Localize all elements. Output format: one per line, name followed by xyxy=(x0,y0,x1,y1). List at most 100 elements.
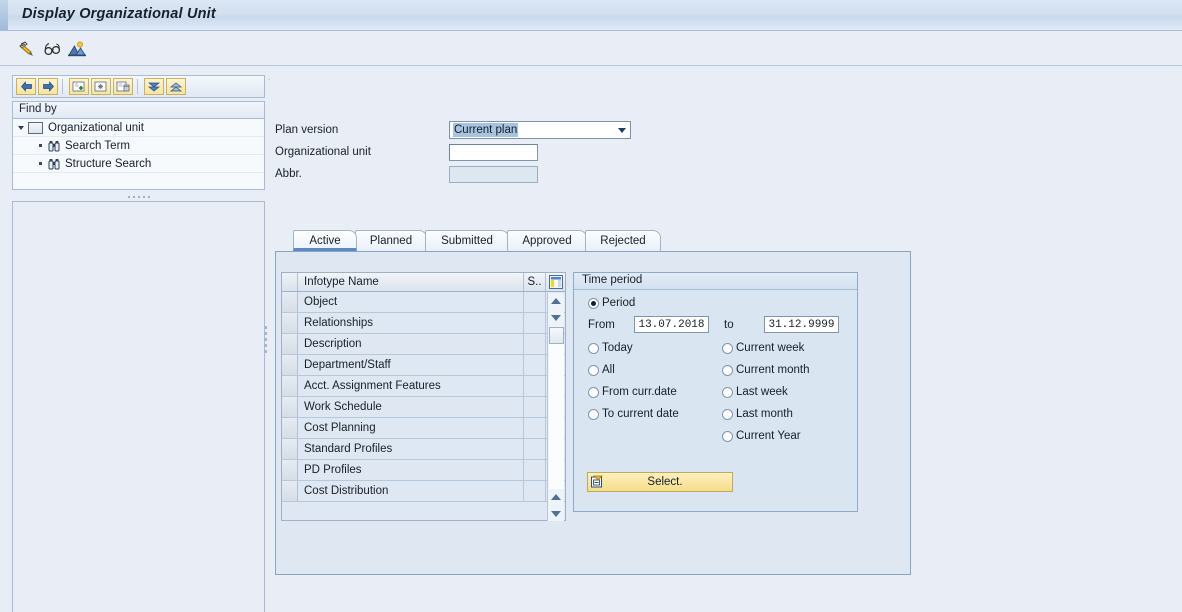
row-select-cell[interactable] xyxy=(282,460,298,480)
cell-s xyxy=(524,439,546,459)
to-label: to xyxy=(724,319,734,331)
radio-period[interactable]: Period xyxy=(588,297,635,309)
radio-icon[interactable] xyxy=(588,343,599,354)
radio-last-week[interactable]: Last week xyxy=(722,386,788,398)
chevron-down-icon[interactable] xyxy=(614,123,629,137)
row-select-cell[interactable] xyxy=(282,334,298,354)
table-settings-icon[interactable] xyxy=(546,273,565,291)
splitter-grip-icon xyxy=(128,196,150,198)
cell-infotype-name: Cost Distribution xyxy=(298,481,524,501)
vertical-splitter[interactable] xyxy=(260,67,270,612)
tab-label: Rejected xyxy=(600,235,645,247)
row-select-cell[interactable] xyxy=(282,313,298,333)
radio-label: Current month xyxy=(736,364,810,376)
scroll-up-button-bottom[interactable] xyxy=(548,489,564,504)
tab-strip: Active Planned Submitted Approved Reject… xyxy=(275,230,1175,251)
table-row[interactable]: Relationships xyxy=(282,313,565,334)
back-arrow-button[interactable] xyxy=(16,78,36,95)
select-all-column-header[interactable] xyxy=(282,273,298,291)
row-select-cell[interactable] xyxy=(282,439,298,459)
row-select-cell[interactable] xyxy=(282,418,298,438)
radio-today[interactable]: Today xyxy=(588,342,633,354)
radio-icon[interactable] xyxy=(722,387,733,398)
radio-all[interactable]: All xyxy=(588,364,615,376)
radio-icon[interactable] xyxy=(588,298,599,309)
radio-current-month[interactable]: Current month xyxy=(722,364,810,376)
radio-label: Last month xyxy=(736,408,793,420)
cell-s xyxy=(524,334,546,354)
radio-icon[interactable] xyxy=(588,409,599,420)
radio-current-year[interactable]: Current Year xyxy=(722,430,801,442)
radio-label: Last week xyxy=(736,386,788,398)
tab-label: Planned xyxy=(370,235,412,247)
scrollbar-track[interactable] xyxy=(549,327,564,489)
from-label: From xyxy=(588,319,615,331)
tree-item-search-term[interactable]: Search Term xyxy=(13,137,264,155)
table-row[interactable]: Cost Distribution xyxy=(282,481,565,502)
picture-graphics-icon[interactable] xyxy=(67,39,87,59)
row-select-cell[interactable] xyxy=(282,355,298,375)
radio-to-current-date[interactable]: To current date xyxy=(588,408,679,420)
abbr-input[interactable] xyxy=(449,166,538,183)
radio-icon[interactable] xyxy=(588,365,599,376)
table-row[interactable]: PD Profiles xyxy=(282,460,565,481)
horizontal-splitter[interactable] xyxy=(12,192,265,201)
pencil-change-icon[interactable] xyxy=(16,39,36,59)
delete-object-button[interactable] xyxy=(113,78,133,95)
forward-arrow-button[interactable] xyxy=(38,78,58,95)
radio-icon[interactable] xyxy=(722,365,733,376)
new-object-button[interactable] xyxy=(91,78,111,95)
table-vertical-scrollbar[interactable] xyxy=(547,293,564,521)
from-date-input[interactable] xyxy=(634,316,709,333)
glasses-display-icon[interactable] xyxy=(42,39,62,59)
row-select-cell[interactable] xyxy=(282,292,298,312)
row-select-cell[interactable] xyxy=(282,481,298,501)
radio-from-curr-date[interactable]: From curr.date xyxy=(588,386,677,398)
row-select-cell[interactable] xyxy=(282,397,298,417)
table-row[interactable]: Description xyxy=(282,334,565,355)
cell-s xyxy=(524,418,546,438)
expand-all-button[interactable] xyxy=(166,78,186,95)
table-row[interactable]: Cost Planning xyxy=(282,418,565,439)
radio-icon[interactable] xyxy=(588,387,599,398)
cell-s xyxy=(524,376,546,396)
radio-icon[interactable] xyxy=(722,343,733,354)
cell-infotype-name: Work Schedule xyxy=(298,397,524,417)
table-row[interactable]: Work Schedule xyxy=(282,397,565,418)
tree-item-organizational-unit[interactable]: Organizational unit xyxy=(13,119,264,137)
radio-icon[interactable] xyxy=(722,409,733,420)
left-navigation-panel: Find by Organizational unit Search Term … xyxy=(0,67,268,612)
radio-current-week[interactable]: Current week xyxy=(722,342,804,354)
add-object-button[interactable] xyxy=(69,78,89,95)
table-row[interactable]: Department/Staff xyxy=(282,355,565,376)
infotype-table-header: Infotype Name S.. xyxy=(282,273,565,292)
row-select-cell[interactable] xyxy=(282,376,298,396)
scrollbar-thumb[interactable] xyxy=(549,327,564,344)
scroll-up-button[interactable] xyxy=(548,293,564,308)
scroll-down-button[interactable] xyxy=(548,310,564,325)
tab-active[interactable]: Active xyxy=(293,230,357,251)
tab-planned[interactable]: Planned xyxy=(355,230,427,251)
column-header-s[interactable]: S.. xyxy=(524,273,546,291)
select-button[interactable]: Select. xyxy=(587,472,733,492)
infotype-table: Infotype Name S.. xyxy=(281,272,566,521)
tab-rejected[interactable]: Rejected xyxy=(585,230,661,251)
tab-label: Submitted xyxy=(441,235,493,247)
column-header-infotype-name[interactable]: Infotype Name xyxy=(298,273,524,291)
table-row[interactable]: Object xyxy=(282,292,565,313)
collapse-all-button[interactable] xyxy=(144,78,164,95)
radio-last-month[interactable]: Last month xyxy=(722,408,793,420)
table-row[interactable]: Standard Profiles xyxy=(282,439,565,460)
table-row[interactable]: Acct. Assignment Features xyxy=(282,376,565,397)
organizational-unit-input[interactable] xyxy=(449,144,538,161)
tab-approved[interactable]: Approved xyxy=(507,230,587,251)
scroll-down-button-bottom[interactable] xyxy=(548,506,564,521)
cell-infotype-name: Department/Staff xyxy=(298,355,524,375)
cell-s xyxy=(524,313,546,333)
tab-submitted[interactable]: Submitted xyxy=(425,230,509,251)
to-date-input[interactable] xyxy=(764,316,839,333)
plan-version-dropdown[interactable]: Current plan xyxy=(449,121,631,139)
radio-icon[interactable] xyxy=(722,431,733,442)
chevron-expanded-icon[interactable] xyxy=(18,126,24,130)
tree-item-structure-search[interactable]: Structure Search xyxy=(13,155,264,173)
